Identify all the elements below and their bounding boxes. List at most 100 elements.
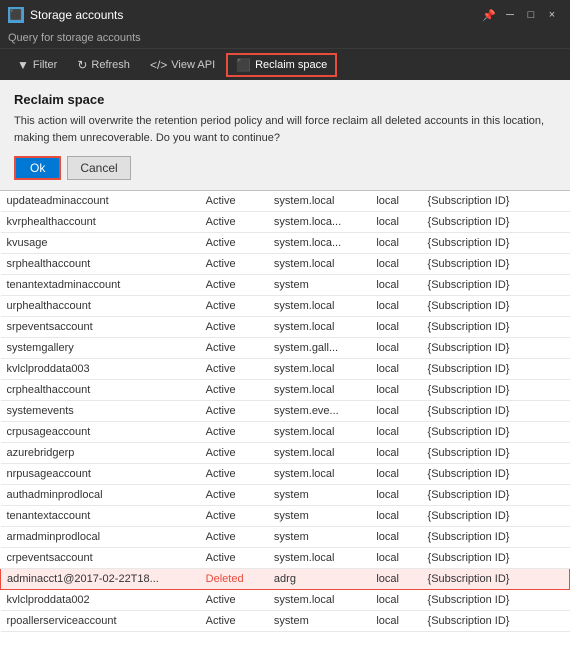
account-subscription: {Subscription ID} xyxy=(422,401,570,422)
table-row[interactable]: adminacct1@2017-02-22T18... Deleted adrg… xyxy=(1,569,570,590)
account-local: local xyxy=(370,380,421,401)
account-local: local xyxy=(370,401,421,422)
table-row[interactable]: crphealthaccount Active system.local loc… xyxy=(1,380,570,401)
account-system: system.local xyxy=(268,443,370,464)
account-subscription: {Subscription ID} xyxy=(422,233,570,254)
account-system: system xyxy=(268,611,370,632)
account-system: system.gall... xyxy=(268,338,370,359)
account-name: urphealthaccount xyxy=(1,296,200,317)
table-row[interactable]: crpusageaccount Active system.local loca… xyxy=(1,422,570,443)
account-system: system xyxy=(268,506,370,527)
refresh-button[interactable]: ↻ Refresh xyxy=(68,53,139,77)
account-subscription: {Subscription ID} xyxy=(422,569,570,590)
account-status: Active xyxy=(200,275,268,296)
cancel-button[interactable]: Cancel xyxy=(67,156,130,180)
account-system: system.local xyxy=(268,254,370,275)
reclaim-space-button[interactable]: ⬛ Reclaim space xyxy=(226,53,337,77)
account-name: kvlclproddata003 xyxy=(1,359,200,380)
close-button[interactable]: × xyxy=(542,5,562,25)
account-system: system.local xyxy=(268,380,370,401)
pin-button[interactable]: 📌 xyxy=(479,5,499,25)
title-bar-left: ⬛ Storage accounts xyxy=(8,7,123,23)
account-subscription: {Subscription ID} xyxy=(422,464,570,485)
account-status: Active xyxy=(200,422,268,443)
account-subscription: {Subscription ID} xyxy=(422,443,570,464)
accounts-table: updateadminaccount Active system.local l… xyxy=(0,191,570,632)
account-status: Active xyxy=(200,527,268,548)
account-local: local xyxy=(370,233,421,254)
account-name: armadminprodlocal xyxy=(1,527,200,548)
reclaim-title: Reclaim space xyxy=(14,92,556,107)
account-subscription: {Subscription ID} xyxy=(422,422,570,443)
table-row[interactable]: kvlclproddata003 Active system.local loc… xyxy=(1,359,570,380)
reclaim-description: This action will overwrite the retention… xyxy=(14,113,556,146)
account-subscription: {Subscription ID} xyxy=(422,611,570,632)
main-window: ⬛ Storage accounts 📌 ─ □ × Query for sto… xyxy=(0,0,570,661)
title-bar: ⬛ Storage accounts 📌 ─ □ × xyxy=(0,0,570,30)
table-row[interactable]: armadminprodlocal Active system local {S… xyxy=(1,527,570,548)
maximize-button[interactable]: □ xyxy=(521,5,541,25)
account-name: authadminprodlocal xyxy=(1,485,200,506)
window-title: Storage accounts xyxy=(30,8,123,22)
table-row[interactable]: systemevents Active system.eve... local … xyxy=(1,401,570,422)
account-subscription: {Subscription ID} xyxy=(422,338,570,359)
account-subscription: {Subscription ID} xyxy=(422,485,570,506)
view-api-button[interactable]: </> View API xyxy=(141,53,224,77)
table-row[interactable]: kvrphealthaccount Active system.loca... … xyxy=(1,212,570,233)
account-local: local xyxy=(370,443,421,464)
table-row[interactable]: azurebridgerp Active system.local local … xyxy=(1,443,570,464)
refresh-icon: ↻ xyxy=(77,58,87,72)
table-row[interactable]: urphealthaccount Active system.local loc… xyxy=(1,296,570,317)
account-system: system.local xyxy=(268,422,370,443)
account-status: Active xyxy=(200,212,268,233)
account-name: srphealthaccount xyxy=(1,254,200,275)
account-local: local xyxy=(370,569,421,590)
account-local: local xyxy=(370,527,421,548)
account-system: adrg xyxy=(268,569,370,590)
account-name: rpoallerserviceaccount xyxy=(1,611,200,632)
account-subscription: {Subscription ID} xyxy=(422,590,570,611)
minimize-button[interactable]: ─ xyxy=(500,5,520,25)
api-icon: </> xyxy=(150,58,167,72)
account-local: local xyxy=(370,464,421,485)
table-row[interactable]: kvusage Active system.loca... local {Sub… xyxy=(1,233,570,254)
filter-button[interactable]: ▼ Filter xyxy=(8,53,66,77)
account-name: kvrphealthaccount xyxy=(1,212,200,233)
table-row[interactable]: nrpusageaccount Active system.local loca… xyxy=(1,464,570,485)
window-subtitle: Query for storage accounts xyxy=(0,30,570,48)
account-status: Active xyxy=(200,506,268,527)
account-status: Active xyxy=(200,401,268,422)
table-row[interactable]: updateadminaccount Active system.local l… xyxy=(1,191,570,212)
account-status: Active xyxy=(200,338,268,359)
table-container[interactable]: updateadminaccount Active system.local l… xyxy=(0,191,570,661)
account-local: local xyxy=(370,548,421,569)
table-row[interactable]: srpeventsaccount Active system.local loc… xyxy=(1,317,570,338)
account-name: kvlclproddata002 xyxy=(1,590,200,611)
account-name: kvusage xyxy=(1,233,200,254)
account-system: system.local xyxy=(268,590,370,611)
table-row[interactable]: srphealthaccount Active system.local loc… xyxy=(1,254,570,275)
table-row[interactable]: tenantextadminaccount Active system loca… xyxy=(1,275,570,296)
table-row[interactable]: rpoallerserviceaccount Active system loc… xyxy=(1,611,570,632)
ok-button[interactable]: Ok xyxy=(14,156,61,180)
table-row[interactable]: tenantextaccount Active system local {Su… xyxy=(1,506,570,527)
table-row[interactable]: authadminprodlocal Active system local {… xyxy=(1,485,570,506)
account-local: local xyxy=(370,317,421,338)
account-subscription: {Subscription ID} xyxy=(422,506,570,527)
table-row[interactable]: crpeventsaccount Active system.local loc… xyxy=(1,548,570,569)
filter-icon: ▼ xyxy=(17,58,29,72)
table-row[interactable]: systemgallery Active system.gall... loca… xyxy=(1,338,570,359)
account-system: system.loca... xyxy=(268,233,370,254)
account-status: Active xyxy=(200,443,268,464)
account-name: crpeventsaccount xyxy=(1,548,200,569)
account-name: srpeventsaccount xyxy=(1,317,200,338)
account-name: systemgallery xyxy=(1,338,200,359)
account-local: local xyxy=(370,212,421,233)
account-local: local xyxy=(370,506,421,527)
account-subscription: {Subscription ID} xyxy=(422,317,570,338)
account-status: Active xyxy=(200,485,268,506)
account-name: adminacct1@2017-02-22T18... xyxy=(1,569,200,590)
table-row[interactable]: kvlclproddata002 Active system.local loc… xyxy=(1,590,570,611)
account-status: Active xyxy=(200,191,268,212)
account-name: nrpusageaccount xyxy=(1,464,200,485)
